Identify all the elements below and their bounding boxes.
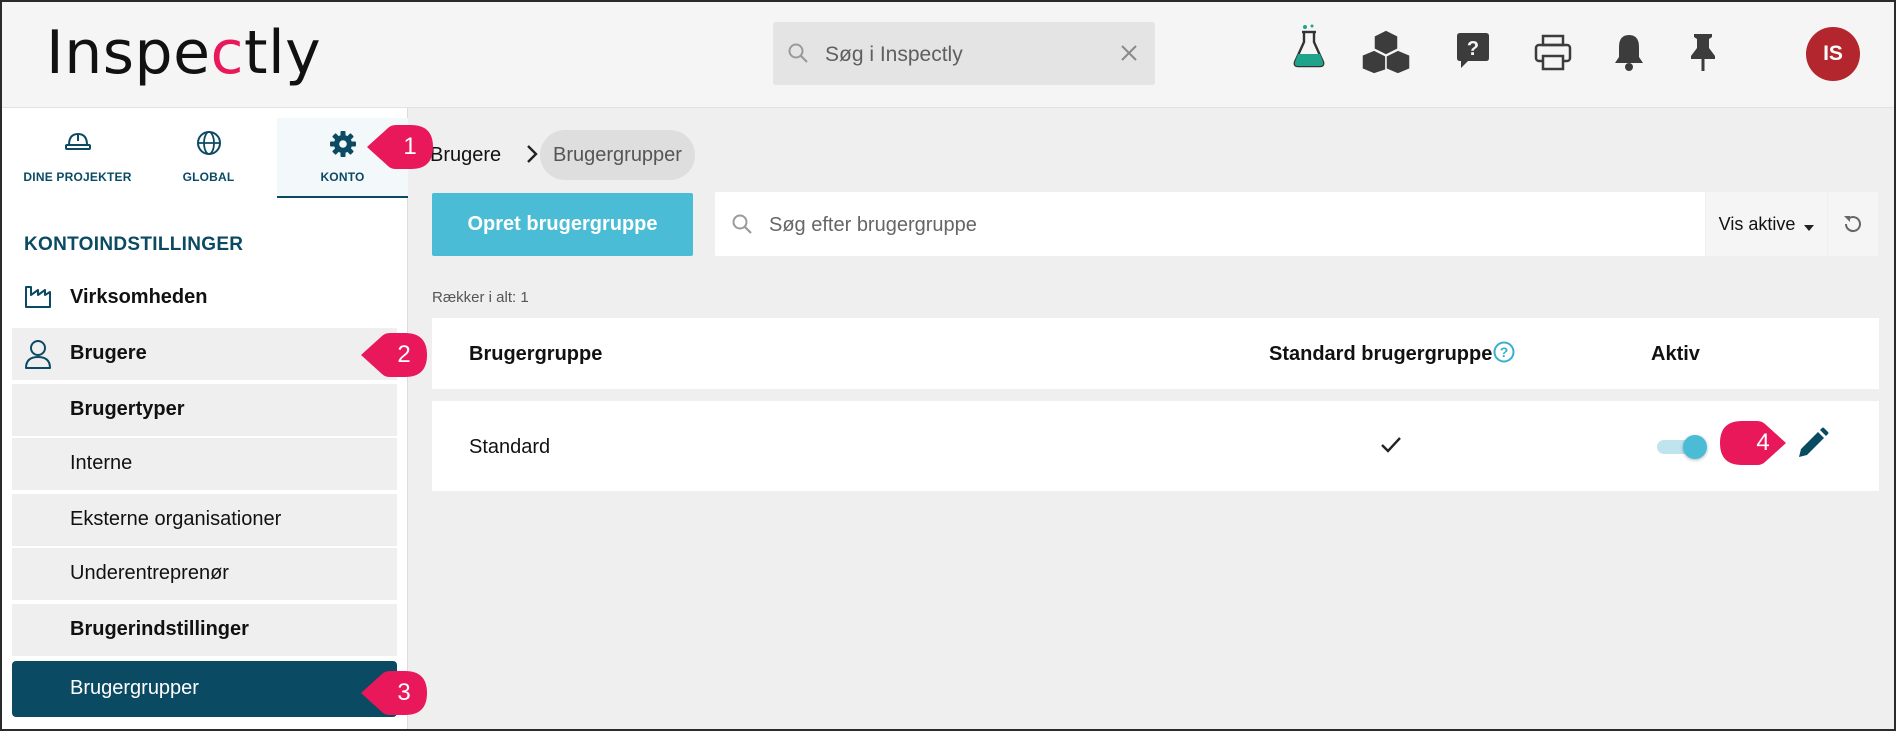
column-header-brugergruppe[interactable]: Brugergruppe (469, 343, 602, 366)
column-header-standard[interactable]: Standard brugergruppe (1269, 343, 1492, 366)
checkmark-icon (1380, 435, 1402, 461)
table-header: Brugergruppe Standard brugergruppe ? Akt… (432, 318, 1879, 389)
help-chat-icon[interactable]: ? (1454, 32, 1492, 77)
app-window: Inspectly Søg i Inspectly ? IS DINE PROJ… (0, 0, 1896, 731)
svg-text:?: ? (1500, 344, 1509, 360)
callout-3: 3 (358, 668, 430, 718)
table-row[interactable]: Standard (432, 401, 1879, 491)
sidebar: DINE PROJEKTER GLOBAL KONTO KONTOINDSTIL… (2, 108, 408, 729)
sidebar-item-brugertyper[interactable]: Brugertyper (12, 384, 397, 436)
pencil-icon[interactable] (1795, 427, 1829, 467)
pin-icon[interactable] (1688, 32, 1718, 77)
search-icon (731, 213, 753, 240)
print-icon[interactable] (1534, 34, 1572, 77)
flask-icon[interactable] (1292, 24, 1326, 75)
cubes-icon[interactable] (1360, 28, 1412, 79)
usergroup-search-input[interactable] (767, 192, 1671, 258)
user-avatar[interactable]: IS (1806, 27, 1860, 81)
active-toggle[interactable] (1657, 435, 1709, 459)
search-icon (787, 42, 809, 69)
logo-mark: c (210, 18, 244, 88)
column-header-aktiv[interactable]: Aktiv (1651, 343, 1700, 366)
hardhat-icon (12, 130, 143, 157)
tab-label: GLOBAL (182, 170, 235, 184)
sidebar-item-brugere[interactable]: Brugere (12, 328, 397, 380)
tab-global[interactable]: GLOBAL (143, 118, 274, 196)
callout-2: 2 (358, 330, 430, 380)
reset-icon (1841, 212, 1865, 241)
breadcrumb-brugere[interactable]: Brugere (430, 144, 501, 167)
callout-4: 4 (1717, 418, 1789, 468)
tab-label: KONTO (320, 170, 365, 184)
caret-down-icon (1804, 193, 1815, 257)
globe-icon (143, 130, 274, 161)
create-usergroup-button[interactable]: Opret brugergruppe (432, 193, 693, 256)
usergroup-name: Standard (469, 436, 551, 458)
toggle-knob (1683, 435, 1707, 459)
filter-label: Vis aktive (1718, 214, 1796, 234)
global-search-input[interactable] (823, 22, 1107, 87)
bell-icon[interactable] (1612, 32, 1646, 77)
section-title: KONTOINDSTILLINGER (24, 234, 244, 255)
svg-text:?: ? (1467, 38, 1479, 60)
filter-dropdown[interactable]: Vis aktive (1706, 192, 1827, 256)
factory-icon (24, 283, 52, 315)
inspectly-logo[interactable]: Inspectly (46, 18, 321, 88)
callout-1: 1 (364, 122, 436, 172)
sidebar-item-underentreprenor[interactable]: Underentreprenør (12, 548, 397, 600)
sidebar-item-eksterne-organisationer[interactable]: Eksterne organisationer (12, 494, 397, 546)
tab-label: DINE PROJEKTER (23, 170, 132, 184)
global-search (773, 22, 1155, 87)
help-circle-icon[interactable]: ? (1492, 340, 1516, 370)
sidebar-item-brugergrupper[interactable]: Brugergrupper (12, 661, 397, 717)
tab-dine-projekter[interactable]: DINE PROJEKTER (12, 118, 143, 196)
reset-filter-button[interactable] (1828, 192, 1878, 256)
top-bar: Inspectly Søg i Inspectly ? IS (2, 2, 1894, 108)
breadcrumb-brugergrupper: Brugergrupper (540, 130, 695, 180)
rows-count: Rækker i alt: 1 (432, 289, 529, 306)
user-icon (24, 339, 52, 375)
sidebar-tabs: DINE PROJEKTER GLOBAL KONTO (12, 118, 408, 198)
sidebar-item-virksomheden[interactable]: Virksomheden (12, 272, 397, 324)
sidebar-item-brugerindstillinger[interactable]: Brugerindstillinger (12, 604, 397, 656)
usergroup-search (715, 192, 1705, 258)
close-icon[interactable] (1118, 42, 1140, 69)
sidebar-item-interne[interactable]: Interne (12, 438, 397, 490)
chevron-right-icon (525, 143, 539, 171)
